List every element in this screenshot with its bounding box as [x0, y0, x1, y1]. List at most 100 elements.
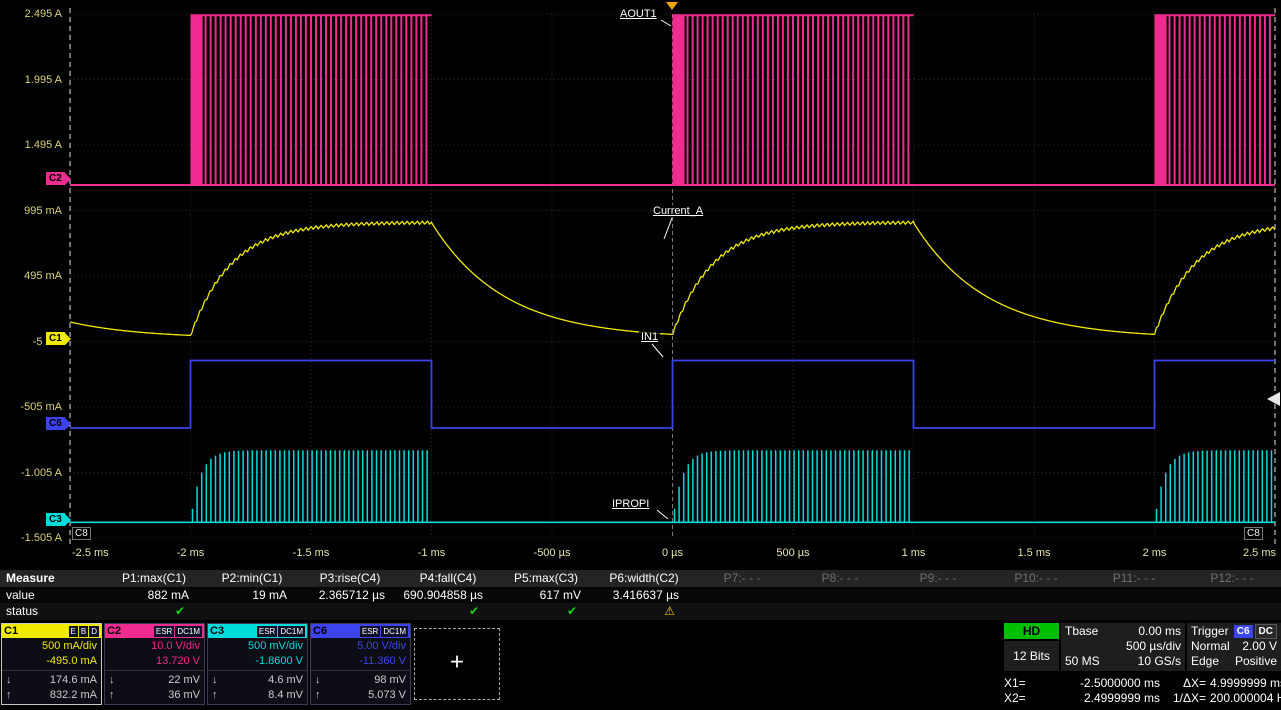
max-arrow-icon: ↑ — [212, 688, 218, 703]
channel-minmax: ↓4.6 mV↑8.4 mV — [208, 670, 307, 705]
channel-descriptor-C2[interactable]: C2 ESRDC1M10.0 V/div13.720 V↓22 mV↑36 mV — [104, 623, 205, 705]
measure-header-P7[interactable]: P7:- - - — [693, 570, 791, 587]
channel-min-value: 4.6 mV — [268, 673, 303, 688]
trace-C2-pwm — [1170, 15, 1270, 185]
channel-min-value: 22 mV — [168, 673, 200, 688]
measure-status-row-label: status — [0, 603, 105, 620]
trace-C2-solid — [191, 15, 203, 185]
measure-row-values: value882 mA19 mA2.365712 µs690.904858 µs… — [0, 587, 1281, 603]
x-axis-tick-label: 1 ms — [879, 546, 949, 560]
channel-scale: 10.0 V/div — [109, 639, 200, 654]
x-axis-tick-label: -1 ms — [397, 546, 467, 560]
measure-status-P8 — [791, 603, 889, 620]
x-axis-tick-label: 1.5 ms — [999, 546, 1069, 560]
measure-status-P4: ✔ — [399, 603, 497, 620]
measure-value-P4: 690.904858 µs — [399, 587, 497, 603]
channel-marker-label: C1 — [46, 332, 65, 345]
channel-badge-dc1m: DC1M — [278, 626, 305, 637]
trace-C3-pwm — [1157, 450, 1272, 522]
min-arrow-icon: ↓ — [315, 673, 321, 688]
channel-badge-d: D — [89, 626, 99, 637]
channel-max-value: 832.2 mA — [50, 688, 97, 703]
channel-scale-offset: 10.0 V/div13.720 V — [105, 638, 204, 670]
channel-scale: 5.00 V/div — [315, 639, 406, 654]
invdx-label: 1/ΔX= — [1160, 691, 1210, 706]
trigger-position-marker[interactable] — [666, 2, 678, 10]
measure-value-P3: 2.365712 µs — [301, 587, 399, 603]
hd-mode-badge[interactable]: HD — [1004, 623, 1059, 639]
trace-C3-pwm — [675, 450, 910, 522]
x1-label: X1= — [1004, 676, 1044, 691]
trigger-panel[interactable]: Trigger C6 DC Normal 2.00 V Edge Positiv… — [1187, 623, 1281, 671]
adc-resolution[interactable]: 12 Bits — [1004, 641, 1059, 671]
x1-value: -2.5000000 ms — [1044, 676, 1160, 691]
y-axis-tick-label: -1.505 A — [0, 531, 62, 545]
trigger-source-badge: C6 — [1234, 625, 1253, 638]
trigger-label: Trigger — [1191, 624, 1229, 639]
trace-label-AOUT1: AOUT1 — [618, 8, 659, 20]
measure-header-P6[interactable]: P6:width(C2) — [595, 570, 693, 587]
min-arrow-icon: ↓ — [6, 673, 12, 688]
trace-C2-pwm — [206, 15, 427, 185]
measure-header-P10[interactable]: P10:- - - — [987, 570, 1085, 587]
channel-scale: 500 mV/div — [212, 639, 303, 654]
channel-offset: -495.0 mA — [6, 654, 97, 669]
tbase-value: 0.00 ms — [1138, 624, 1181, 639]
timebase-panel[interactable]: Tbase 0.00 ms 500 µs/div 50 MS 10 GS/s — [1061, 623, 1185, 671]
channel-badges: ESRDC1M — [153, 626, 202, 637]
measure-status-P2 — [203, 603, 301, 620]
channel-min-value: 174.6 mA — [50, 673, 97, 688]
max-arrow-icon: ↑ — [315, 688, 321, 703]
channel-id: C2 — [107, 624, 121, 638]
dx-value: 4.9999999 ms — [1210, 676, 1281, 691]
grid-corner-label-left: C8 — [72, 527, 91, 540]
trigger-slope: Positive — [1235, 654, 1277, 669]
measure-status-P12 — [1183, 603, 1281, 620]
channel-id: C6 — [313, 624, 327, 638]
trace-label-leader — [652, 344, 663, 357]
y-axis-tick-label: 1.495 A — [0, 138, 62, 152]
channel-marker-arrow-icon — [65, 514, 71, 526]
channel-badge-e: E — [69, 626, 78, 637]
channel-descriptor-C3[interactable]: C3ESRDC1M500 mV/div-1.8600 V↓4.6 mV↑8.4 … — [207, 623, 308, 705]
channel-descriptor-C6[interactable]: C6ESRDC1M5.00 V/div-11.360 V↓98 mV↑5.073… — [310, 623, 411, 705]
add-trace-button[interactable]: + — [414, 628, 500, 700]
channel-marker-arrow-icon — [65, 173, 71, 185]
channel-title-bar: C3ESRDC1M — [208, 624, 307, 638]
measure-header-P3[interactable]: P3:rise(C4) — [301, 570, 399, 587]
invdx-value: 200.000004 Hz — [1210, 691, 1281, 706]
x-axis-tick-label: 2 ms — [1120, 546, 1190, 560]
trace-C6 — [70, 361, 1275, 429]
measure-header-P5[interactable]: P5:max(C3) — [497, 570, 595, 587]
channel-descriptor-C1[interactable]: C1EBD500 mA/div-495.0 mA↓174.6 mA↑832.2 … — [1, 623, 102, 705]
y-axis-tick-label: 2.495 A — [0, 7, 62, 21]
max-arrow-icon: ↑ — [6, 688, 12, 703]
waveform-canvas[interactable] — [0, 0, 1281, 570]
channel-marker-C2[interactable]: C2 — [46, 172, 71, 185]
trace-C2-solid — [673, 15, 685, 185]
trace-C2-solid — [1155, 15, 1167, 185]
channel-minmax: ↓22 mV↑36 mV — [105, 670, 204, 705]
channel-marker-label: C2 — [46, 172, 65, 185]
measure-value-P12 — [1183, 587, 1281, 603]
measure-status-P11 — [1085, 603, 1183, 620]
measure-header-P1[interactable]: P1:max(C1) — [105, 570, 203, 587]
channel-badge-dc1m: DC1M — [381, 626, 408, 637]
channel-marker-C3[interactable]: C3 — [46, 513, 71, 526]
cursor-handle-icon[interactable] — [1267, 392, 1280, 406]
measure-header-P12[interactable]: P12:- - - — [1183, 570, 1281, 587]
measure-header-P9[interactable]: P9:- - - — [889, 570, 987, 587]
channel-title-bar: C2 ESRDC1M — [105, 624, 204, 638]
measure-header-P8[interactable]: P8:- - - — [791, 570, 889, 587]
channel-badge-esr: ESR — [154, 626, 174, 637]
channel-marker-C6[interactable]: C6 — [46, 417, 71, 430]
measure-header-P2[interactable]: P2:min(C1) — [203, 570, 301, 587]
waveform-display[interactable]: 2.495 A1.995 A1.495 A995 mA495 mA-5 mA-5… — [0, 0, 1281, 570]
measure-header-P11[interactable]: P11:- - - — [1085, 570, 1183, 587]
plus-icon: + — [450, 649, 464, 677]
channel-marker-C1[interactable]: C1 — [46, 332, 71, 345]
x-axis-tick-label: -500 µs — [517, 546, 587, 560]
measure-header-P4[interactable]: P4:fall(C4) — [399, 570, 497, 587]
y-axis-tick-label: 1.995 A — [0, 73, 62, 87]
trace-C2-pwm — [688, 15, 909, 185]
